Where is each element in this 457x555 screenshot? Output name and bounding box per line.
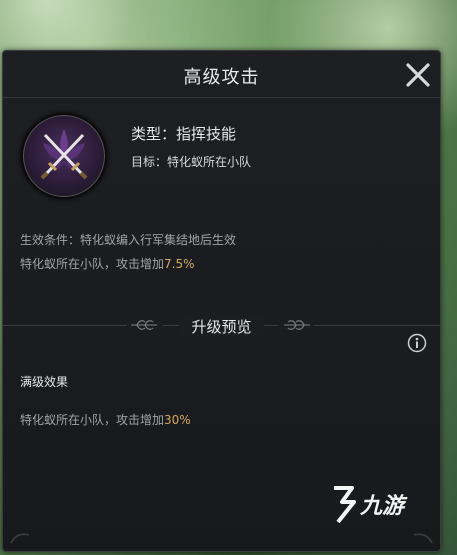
upgrade-preview-title-text: 升级预览	[179, 318, 264, 336]
dialog-title: 高级攻击	[183, 67, 260, 88]
bottom-left-corner-ornament	[10, 533, 30, 544]
close-icon[interactable]	[404, 61, 432, 89]
max-level-label: 满级效果	[20, 375, 69, 389]
skill-type: 类型：指挥技能	[131, 125, 237, 143]
current-effect: 特化蚁所在小队，攻击增加7.5%	[20, 255, 195, 272]
skill-target: 目标：特化蚁所在小队	[131, 155, 252, 169]
current-effect-text: 特化蚁所在小队，攻击增加	[20, 257, 165, 271]
bottom-right-corner-ornament	[413, 533, 433, 544]
activation-condition: 生效条件：特化蚁编入行军集结地后生效	[20, 233, 237, 247]
dialog-header: 高级攻击	[3, 51, 440, 98]
upgrade-preview-title: 升级预览	[3, 316, 440, 337]
info-icon[interactable]	[407, 333, 427, 353]
max-effect-text: 特化蚁所在小队，攻击增加	[20, 413, 165, 427]
skill-detail-dialog: 高级攻击 类型：指挥技能 目标：特化蚁所在小队 生效条件：特化蚁编入行军集结地后…	[2, 50, 441, 552]
right-laurel-ornament	[278, 320, 314, 330]
skill-emblem-graphic	[40, 129, 88, 180]
crossed-swords-emblem-icon	[21, 113, 107, 199]
current-effect-value: 7.5%	[164, 257, 195, 271]
max-effect-value: 30%	[164, 413, 191, 427]
max-level-effect: 特化蚁所在小队，攻击增加30%	[20, 411, 191, 428]
brand-watermark-text: 九游	[360, 494, 405, 519]
